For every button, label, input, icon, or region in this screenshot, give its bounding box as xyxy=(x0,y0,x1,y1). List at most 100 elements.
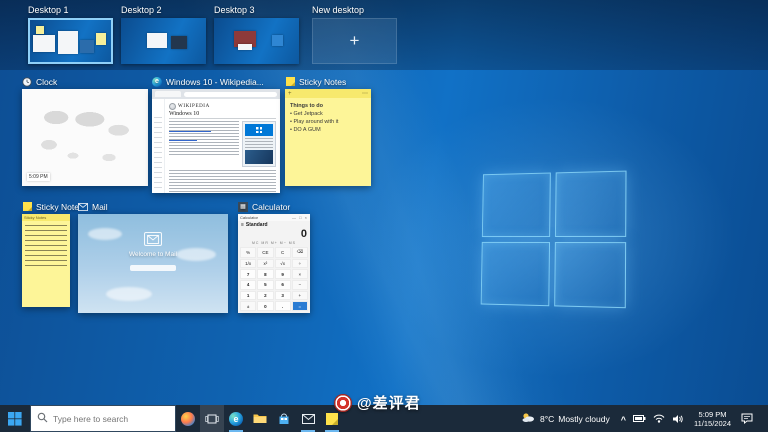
file-explorer-icon xyxy=(253,413,267,424)
plus-icon: + xyxy=(350,31,360,51)
add-note-icon: + xyxy=(288,91,292,97)
new-desktop-button[interactable]: + xyxy=(312,18,397,64)
sticky-notes-window-label: Sticky Notes xyxy=(285,76,371,87)
mail-button-placeholder xyxy=(130,265,176,271)
desktop-preview-window xyxy=(147,33,167,48)
task-view-button[interactable] xyxy=(200,405,224,432)
weather-widget[interactable]: 8°C Mostly cloudy xyxy=(517,412,614,425)
calc-key: . xyxy=(275,301,291,311)
taskbar-mail-button[interactable] xyxy=(296,405,320,432)
world-map xyxy=(25,92,145,183)
action-center-icon[interactable] xyxy=(741,413,753,424)
new-desktop-group: New desktop + xyxy=(312,5,397,64)
calc-key: + xyxy=(292,291,308,301)
taskbar-clock[interactable]: 5:09 PM 11/15/2024 xyxy=(691,410,734,428)
hidden-icons-chevron[interactable]: ^ xyxy=(621,415,626,425)
desktop-3-thumbnail[interactable] xyxy=(214,18,299,64)
system-tray: 8°C Mostly cloudy ^ 5:09 PM 11/15/2024 xyxy=(517,405,768,432)
weather-temperature: 8°C xyxy=(540,414,554,424)
article-link-placeholder xyxy=(169,131,211,132)
taskbar-edge-button[interactable]: e xyxy=(224,405,248,432)
note-text: Things to do • Get Jetpack • Play around… xyxy=(285,98,371,138)
browser-window-title: Windows 10 - Wikipedia... xyxy=(166,77,264,87)
edge-browser-icon: e xyxy=(152,77,162,87)
mail-window-label: Mail xyxy=(78,201,228,212)
calculator-titlebar-text: Calculator xyxy=(240,215,258,220)
desktop-2-label: Desktop 2 xyxy=(121,5,206,15)
mail-welcome-text: Welcome to Mail xyxy=(129,251,177,258)
calc-key: 9 xyxy=(275,269,291,279)
calc-key: 1 xyxy=(240,291,256,301)
desktop-1-label: Desktop 1 xyxy=(28,5,113,15)
cloud-decoration xyxy=(88,228,122,240)
sticky-notes-window-title: Sticky Notes xyxy=(299,77,346,87)
wifi-icon[interactable] xyxy=(653,414,665,423)
taskbar-date: 11/15/2024 xyxy=(694,419,731,428)
sticky-note-header: Sticky Notes xyxy=(22,214,70,221)
desktop-preview-window xyxy=(33,35,55,52)
desktop-2-group: Desktop 2 xyxy=(121,5,206,64)
sticky-note-header-text: Sticky Notes xyxy=(24,215,46,220)
calc-key: % xyxy=(240,247,256,258)
calculator-menu-row: ≡ Standard xyxy=(238,221,310,228)
note-menu-icon: ⋯ xyxy=(362,90,368,97)
weather-condition: Mostly cloudy xyxy=(558,414,610,424)
windows-logo-pane xyxy=(481,241,550,306)
browser-window-label: e Windows 10 - Wikipedia... xyxy=(152,76,280,87)
article-title: Windows 10 xyxy=(169,111,276,119)
sticky-note-header: + ⋯ xyxy=(285,89,371,98)
calculator-window-group: ▦ Calculator Calculator — □ × ≡ Standard… xyxy=(238,201,310,313)
sticky-notes-thumbnail[interactable]: + ⋯ Things to do • Get Jetpack • Play ar… xyxy=(285,89,371,186)
mail-icon xyxy=(302,414,315,424)
battery-icon[interactable] xyxy=(633,414,646,423)
search-highlights-button[interactable] xyxy=(176,405,200,432)
browser-window-thumbnail[interactable]: WIKIPEDIA Windows 10 xyxy=(152,89,280,193)
calc-key: ⌫ xyxy=(292,247,308,258)
mail-window-thumbnail[interactable]: Welcome to Mail xyxy=(78,214,228,313)
calc-key: 6 xyxy=(275,280,291,290)
weibo-logo-icon xyxy=(334,394,352,412)
calculator-titlebar: Calculator — □ × xyxy=(238,214,310,221)
note-line: • Play around with it xyxy=(290,118,366,126)
hamburger-menu-icon: ≡ xyxy=(241,222,244,228)
search-input[interactable] xyxy=(53,414,169,424)
article-link-placeholder xyxy=(169,140,197,141)
calc-key: ± xyxy=(240,301,256,311)
taskbar-file-explorer-button[interactable] xyxy=(248,405,272,432)
weather-icon xyxy=(521,412,536,425)
windows-logo-wallpaper xyxy=(481,171,627,309)
windows-logo-pane xyxy=(554,241,626,308)
note-line: • DO A GUM xyxy=(290,126,366,134)
edge-browser-icon: e xyxy=(229,412,243,426)
calc-key: √x xyxy=(275,259,291,269)
sticky-note-window-title: Sticky Note xyxy=(36,202,79,212)
taskbar-store-button[interactable] xyxy=(272,405,296,432)
wikipedia-page: WIKIPEDIA Windows 10 xyxy=(152,99,280,193)
desktop-2-thumbnail[interactable] xyxy=(121,18,206,64)
watermark-handle: @差评君 xyxy=(357,392,421,413)
calculator-window-label: ▦ Calculator xyxy=(238,201,310,212)
volume-icon[interactable] xyxy=(672,414,684,424)
desktop-1-thumbnail[interactable] xyxy=(28,18,113,64)
calc-key: C xyxy=(275,247,291,258)
calculator-window-thumbnail[interactable]: Calculator — □ × ≡ Standard 0 MC MR M+ M… xyxy=(238,214,310,313)
sticky-note-window-group: Sticky Note Sticky Notes xyxy=(22,201,79,307)
new-desktop-label: New desktop xyxy=(312,5,397,15)
address-bar xyxy=(184,92,277,97)
article-text-placeholder xyxy=(169,170,276,193)
windows-logo-pane xyxy=(554,171,626,237)
clock-window-thumbnail[interactable]: 5:09 PM xyxy=(22,89,148,186)
wikipedia-sidebar xyxy=(152,99,165,193)
sticky-notes-icon xyxy=(22,202,32,212)
sticky-note-thumbnail[interactable]: Sticky Notes xyxy=(22,214,70,307)
sticky-note-window-label: Sticky Note xyxy=(22,201,79,212)
taskbar-search[interactable] xyxy=(30,405,176,432)
wikipedia-header: WIKIPEDIA xyxy=(169,102,276,111)
desktop-preview-window xyxy=(58,31,78,54)
start-button[interactable] xyxy=(0,405,30,432)
mail-logo-icon xyxy=(144,232,162,246)
calculator-mode-label: Standard xyxy=(246,222,268,228)
clock-window-label: Clock xyxy=(22,76,148,87)
window-control-icons: — □ × xyxy=(292,215,308,220)
search-highlights-icon xyxy=(181,412,195,426)
